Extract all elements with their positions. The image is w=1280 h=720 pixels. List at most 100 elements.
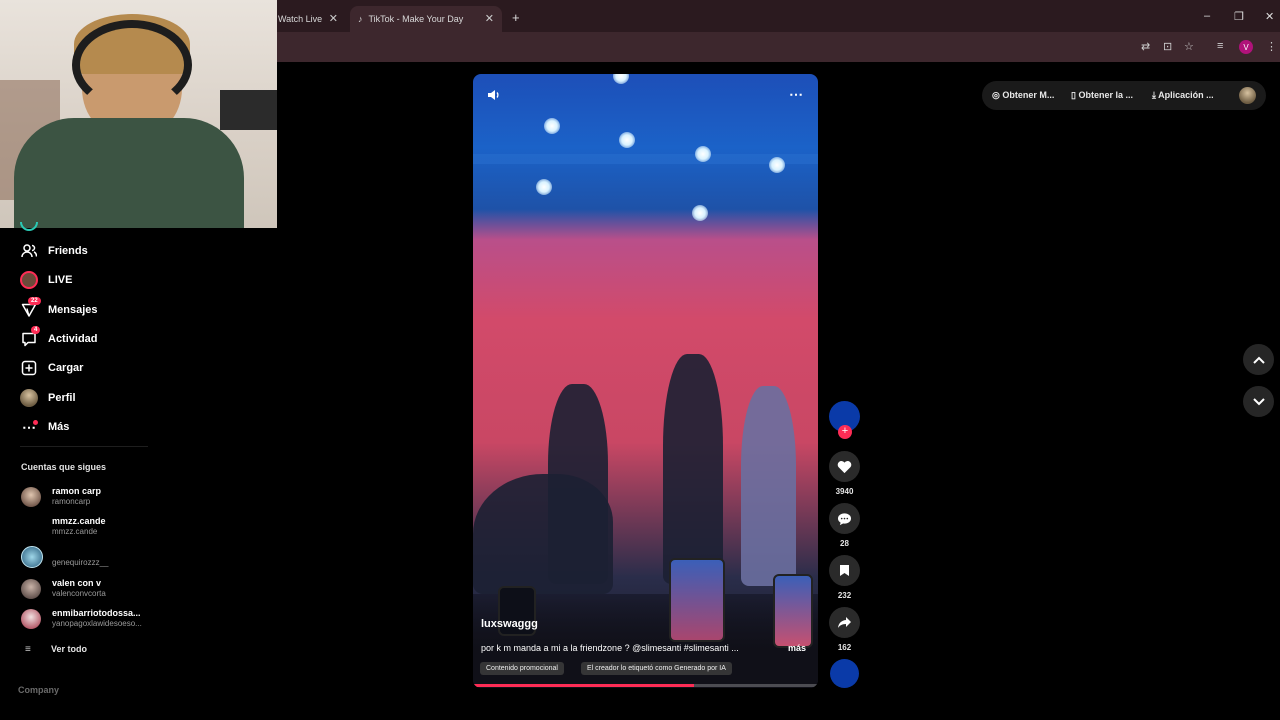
performer-silhouette [741, 386, 796, 586]
tiktok-logo-icon: ♪ [358, 14, 363, 24]
desktop-app-button[interactable]: ⤓ Aplicación ... [1152, 90, 1214, 101]
bookmark-star-icon[interactable]: ☆ [1184, 40, 1194, 53]
translate-icon[interactable]: ⇄ [1141, 40, 1150, 53]
avatar [21, 517, 41, 537]
activity-badge: 4 [31, 326, 41, 334]
stage-light [536, 179, 552, 195]
sidebar-item-label: Mensajes [48, 304, 98, 316]
more-dots-icon: ⋯ [22, 418, 38, 435]
account-username: mmzz.cande [52, 527, 98, 536]
sidebar-item-more[interactable]: ⋯ Más [20, 416, 69, 438]
shares-count: 162 [837, 643, 852, 652]
see-all-link[interactable]: Ver todo [51, 644, 87, 654]
top-action-label: Aplicación ... [1158, 90, 1214, 100]
footer-company[interactable]: Company [18, 685, 59, 695]
close-window-button[interactable]: ✕ [1265, 10, 1274, 23]
browser-menu-icon[interactable]: ⋮ [1266, 40, 1277, 53]
heart-icon [837, 460, 852, 473]
tab-close-icon[interactable]: ✕ [485, 12, 494, 25]
avatar [21, 579, 41, 599]
tab-tiktok[interactable]: ♪ TikTok - Make Your Day ✕ [350, 6, 502, 32]
account-username: valenconvcorta [52, 589, 106, 598]
sidebar-item-label: Friends [48, 245, 88, 257]
tab-watch-live[interactable]: Watch Live ✕ [270, 6, 346, 32]
account-username: genequirozzz__ [52, 558, 109, 567]
caption-more-link[interactable]: más [788, 643, 806, 653]
friends-icon [20, 242, 38, 260]
like-button[interactable] [829, 451, 860, 482]
sidebar-item-friends[interactable]: Friends [20, 240, 88, 262]
sidebar-item-live[interactable]: LIVE [20, 269, 72, 291]
comment-button[interactable] [829, 503, 860, 534]
top-action-label: Obtener M... [1002, 90, 1055, 100]
stage-light [613, 74, 629, 84]
next-video-button[interactable] [1243, 386, 1274, 417]
volume-icon[interactable] [487, 88, 501, 107]
video-author[interactable]: luxswaggg [481, 618, 538, 630]
share-button[interactable] [829, 607, 860, 638]
stage-light [769, 157, 785, 173]
account-username: yanopagoxlawidesoeso... [52, 619, 142, 628]
install-app-icon[interactable]: ⊡ [1163, 40, 1172, 53]
user-avatar[interactable] [1239, 87, 1256, 104]
save-button[interactable] [829, 555, 860, 586]
video-caption: por k m manda a mi a la friendzone ? @sl… [481, 643, 739, 653]
webcam-background-keyboard [220, 90, 277, 130]
webcam-hoodie [14, 118, 244, 228]
sidebar-item-upload[interactable]: Cargar [20, 357, 83, 379]
tab-label: Watch Live [278, 14, 323, 24]
comment-icon [837, 512, 852, 525]
restore-button[interactable]: ❐ [1234, 10, 1244, 23]
ai-label-tag: El creador lo etiquetó como Generado por… [581, 662, 732, 675]
sidebar-item-messages[interactable]: 22 Mensajes [20, 297, 98, 321]
avatar [21, 609, 41, 629]
profile-avatar-icon [20, 389, 38, 407]
progress-fill [473, 684, 694, 687]
new-tab-button[interactable]: + [512, 10, 520, 25]
get-app-button[interactable]: ▯ Obtener la ... [1071, 90, 1133, 101]
explore-icon-partial[interactable] [20, 222, 38, 231]
download-icon: ⤓ [1152, 90, 1156, 100]
likes-count: 3940 [835, 487, 854, 496]
previous-video-button[interactable] [1243, 344, 1274, 375]
stage-light [544, 118, 560, 134]
stage-light [619, 132, 635, 148]
sidebar-item-activity[interactable]: 4 Actividad [20, 326, 98, 350]
top-actions-bar: ◎ Obtener M... ▯ Obtener la ... ⤓ Aplica… [982, 81, 1266, 110]
chevron-up-icon [1252, 356, 1265, 364]
coin-icon: ◎ [992, 90, 1000, 100]
sidebar-item-label: Más [48, 421, 70, 433]
sidebar-item-profile[interactable]: Perfil [20, 387, 76, 409]
sidebar-divider [20, 446, 148, 447]
video-more-options-icon[interactable]: ⋯ [789, 86, 804, 103]
avatar [21, 487, 41, 507]
following-title: Cuentas que sigues [21, 462, 107, 472]
chevron-down-icon [1252, 397, 1265, 405]
account-name: enmibarriotodossa... [52, 608, 141, 618]
promo-tag: Contenido promocional [480, 662, 564, 675]
sidebar-item-label: Perfil [48, 392, 76, 404]
stage-light [692, 205, 708, 221]
performer-silhouette [473, 474, 613, 594]
saves-count: 232 [837, 591, 852, 600]
minimize-button[interactable]: – [1204, 10, 1210, 22]
live-avatar-icon [20, 271, 38, 289]
sidebar-item-label: Actividad [48, 333, 98, 345]
video-player[interactable]: ⋯ luxswaggg por k m manda a mi a la frie… [473, 74, 818, 688]
account-name: mmzz.cande [52, 516, 106, 526]
follow-plus-button[interactable]: + [838, 425, 852, 439]
progress-track[interactable] [473, 684, 818, 687]
webcam-overlay [0, 0, 277, 228]
comments-count: 28 [840, 539, 849, 548]
get-coins-button[interactable]: ◎ Obtener M... [992, 90, 1054, 101]
share-arrow-icon [838, 617, 851, 628]
profile-avatar[interactable]: V [1239, 40, 1253, 54]
tab-close-icon[interactable]: ✕ [329, 12, 338, 25]
stage-truss [473, 154, 818, 164]
upload-plus-icon [20, 359, 38, 377]
music-disc[interactable] [830, 659, 859, 688]
performer-silhouette [663, 354, 723, 584]
media-control-icon[interactable]: ≡ [1217, 40, 1223, 52]
more-notification-dot [33, 420, 38, 425]
sidebar-item-label: LIVE [48, 274, 73, 286]
